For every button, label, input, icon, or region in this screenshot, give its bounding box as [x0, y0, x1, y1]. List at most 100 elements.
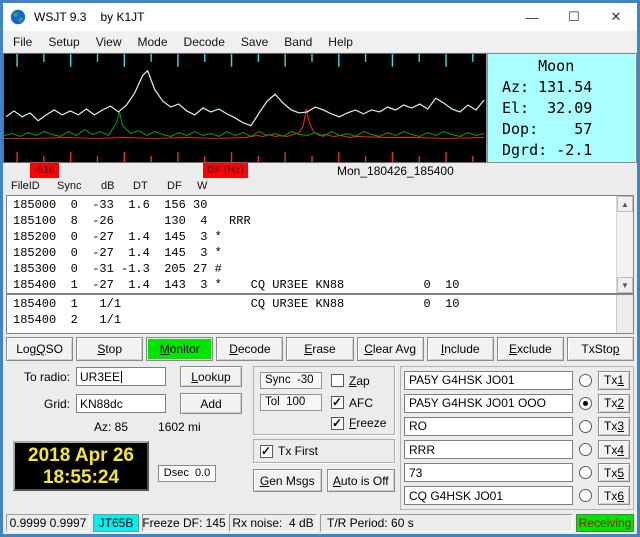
window-title-by: by K1JT — [100, 10, 145, 24]
close-button[interactable]: ✕ — [595, 3, 637, 31]
spectrum-panel[interactable] — [3, 53, 487, 163]
tx1-button[interactable]: Tx 1 — [598, 370, 630, 390]
decode-line[interactable]: 185000 0 -33 1.6 156 30 — [13, 197, 616, 213]
tx6-select-radio[interactable] — [579, 489, 592, 503]
wsjt-window: WSJT 9.3 by K1JT — ☐ ✕ File Setup View M… — [0, 0, 640, 537]
tx-row-4: RRR Tx 4 — [404, 440, 630, 460]
decode-button[interactable]: Decode — [216, 337, 284, 361]
header-w: W — [197, 180, 208, 192]
avg-decode-line[interactable]: 185400 2 1/1 — [13, 312, 616, 328]
moon-elevation: El: 32.09 — [502, 99, 593, 117]
tx2-select-radio[interactable] — [579, 396, 592, 410]
decode-line[interactable]: 185400 1 -27 1.4 143 3 * CQ UR3EE KN88 0… — [13, 277, 616, 293]
scroll-up-button[interactable]: ▲ — [617, 196, 633, 212]
include-button[interactable]: Include — [426, 337, 494, 361]
df-axis-chip: DF (Hz) — [203, 163, 248, 178]
zap-checkbox-box[interactable] — [331, 374, 344, 387]
afc-checkbox-box[interactable] — [331, 395, 344, 409]
tx-first-checkbox[interactable]: Tx First — [260, 444, 388, 458]
azimuth-label: Az: 85 — [94, 420, 129, 434]
gen-msgs-button[interactable]: Gen Msgs — [253, 469, 322, 492]
zap-checkbox[interactable]: Zap — [331, 374, 370, 388]
auto-button[interactable]: Auto is Off — [326, 469, 395, 492]
menu-item-save[interactable]: Save — [233, 32, 276, 52]
menu-item-help[interactable]: Help — [320, 32, 361, 52]
tx4-button[interactable]: Tx 4 — [598, 440, 630, 460]
tx-row-1: PA5Y G4HSK JO01 Tx 1 — [404, 370, 630, 390]
tx1-message-input[interactable]: PA5Y G4HSK JO01 — [404, 370, 573, 390]
tx6-message-input[interactable]: CQ G4HSK JO01 — [404, 486, 573, 506]
sync-display[interactable]: Sync -30 — [260, 372, 322, 389]
params-panel: Sync -30 Zap Tol 100 AFC — [253, 366, 395, 510]
freeze-checkbox-box[interactable] — [331, 416, 344, 430]
monitor-button[interactable]: Monitor — [146, 337, 214, 361]
decode-output[interactable]: 185000 0 -33 1.6 156 30 185100 8 -26 130… — [6, 195, 634, 294]
tx5-message-input[interactable]: 73 — [404, 463, 573, 483]
tx-first-group: Tx First — [253, 439, 395, 463]
tx2-button[interactable]: Tx 2 — [598, 393, 630, 413]
tx5-button[interactable]: Tx 5 — [598, 463, 630, 483]
tx3-button[interactable]: Tx 3 — [598, 416, 630, 436]
graph-row: Moon Az: 131.54 El: 32.09 Dop: 57 Dgrd: … — [3, 53, 637, 163]
tx4-message-input[interactable]: RRR — [404, 440, 573, 460]
title-bar: WSJT 9.3 by K1JT — ☐ ✕ — [3, 3, 637, 31]
scrollbar-track[interactable] — [617, 212, 633, 277]
status-mode-badge: JT65B — [93, 514, 139, 532]
moon-title: Moon — [502, 57, 575, 75]
avg-decode-line[interactable]: 185400 1 1/1 CQ UR3EE KN88 0 10 — [13, 296, 616, 312]
afc-checkbox[interactable]: AFC — [331, 395, 373, 410]
decode-line[interactable]: 185200 0 -27 1.4 145 3 * — [13, 229, 616, 245]
tx3-select-radio[interactable] — [579, 419, 592, 433]
lookup-button[interactable]: Lookup — [180, 366, 242, 387]
status-tr-period: T/R Period: 60 s — [320, 514, 573, 532]
erase-button[interactable]: Erase — [286, 337, 354, 361]
menu-item-file[interactable]: File — [5, 32, 40, 52]
freq-low-chip: -516 — [30, 163, 60, 178]
scroll-down-button[interactable]: ▼ — [617, 277, 633, 293]
status-rx-noise: Rx noise: 4 dB — [229, 514, 317, 532]
grid-input[interactable]: KN88dc — [76, 394, 166, 413]
tx-first-checkbox-box[interactable] — [260, 444, 273, 458]
log-qso-button[interactable]: Log Q SO — [6, 337, 74, 361]
minimize-button[interactable]: — — [511, 3, 553, 31]
afc-checkbox-label: AFC — [349, 395, 373, 410]
tx3-message-input[interactable]: RO — [404, 416, 573, 436]
tx4-select-radio[interactable] — [579, 443, 592, 457]
add-button[interactable]: Add — [180, 393, 242, 414]
stop-button[interactable]: Stop — [76, 337, 144, 361]
tx5-select-radio[interactable] — [579, 466, 592, 480]
menu-item-view[interactable]: View — [88, 32, 130, 52]
maximize-button[interactable]: ☐ — [553, 3, 595, 31]
tol-display[interactable]: Tol 100 — [260, 394, 322, 411]
decode-line[interactable]: 185300 0 -31 -1.3 205 27 # — [13, 261, 616, 277]
decode-scrollbar[interactable]: ▲ ▼ — [616, 196, 633, 293]
tx2-message-input[interactable]: PA5Y G4HSK JO01 OOO — [404, 393, 573, 413]
grid-value: KN88dc — [80, 396, 123, 411]
menu-item-band[interactable]: Band — [276, 32, 320, 52]
to-radio-value: UR3EE — [80, 369, 121, 384]
decode-line[interactable]: 185100 8 -26 130 4 RRR — [13, 213, 616, 229]
menu-item-mode[interactable]: Mode — [130, 32, 176, 52]
clock-display: 2018 Apr 26 18:55:24 — [13, 441, 149, 491]
tx6-button[interactable]: Tx 6 — [598, 486, 630, 506]
menu-item-setup[interactable]: Setup — [40, 32, 87, 52]
spectrum-plot[interactable] — [4, 54, 486, 162]
controls-area: To radio: UR3EE Lookup Grid: KN88dc Add … — [6, 366, 634, 510]
avg-scroll-area — [616, 295, 633, 333]
decode-line[interactable]: 185200 0 -27 1.4 145 3 * — [13, 245, 616, 261]
clear-avg-button[interactable]: Clear Avg — [356, 337, 424, 361]
txstop-button[interactable]: TxSto p — [566, 337, 634, 361]
exclude-button[interactable]: Exclude — [496, 337, 564, 361]
plot-label-row: -516 DF (Hz) Mon_180426_185400 — [3, 163, 637, 180]
tx-first-checkbox-label: Tx First — [278, 444, 318, 458]
dsec-display: Dsec 0.0 — [158, 465, 216, 482]
to-radio-label: To radio: — [23, 369, 70, 384]
header-db: dB — [101, 180, 115, 192]
freeze-checkbox[interactable]: Freeze — [331, 416, 386, 430]
tx1-select-radio[interactable] — [579, 373, 592, 387]
tx-row-5: 73 Tx 5 — [404, 463, 630, 483]
moon-degrade: Dgrd: -2.1 — [502, 141, 593, 159]
to-radio-input[interactable]: UR3EE — [76, 367, 166, 386]
avg-decode-output[interactable]: 185400 1 1/1 CQ UR3EE KN88 0 10 185400 2… — [6, 294, 634, 334]
menu-item-decode[interactable]: Decode — [176, 32, 233, 52]
